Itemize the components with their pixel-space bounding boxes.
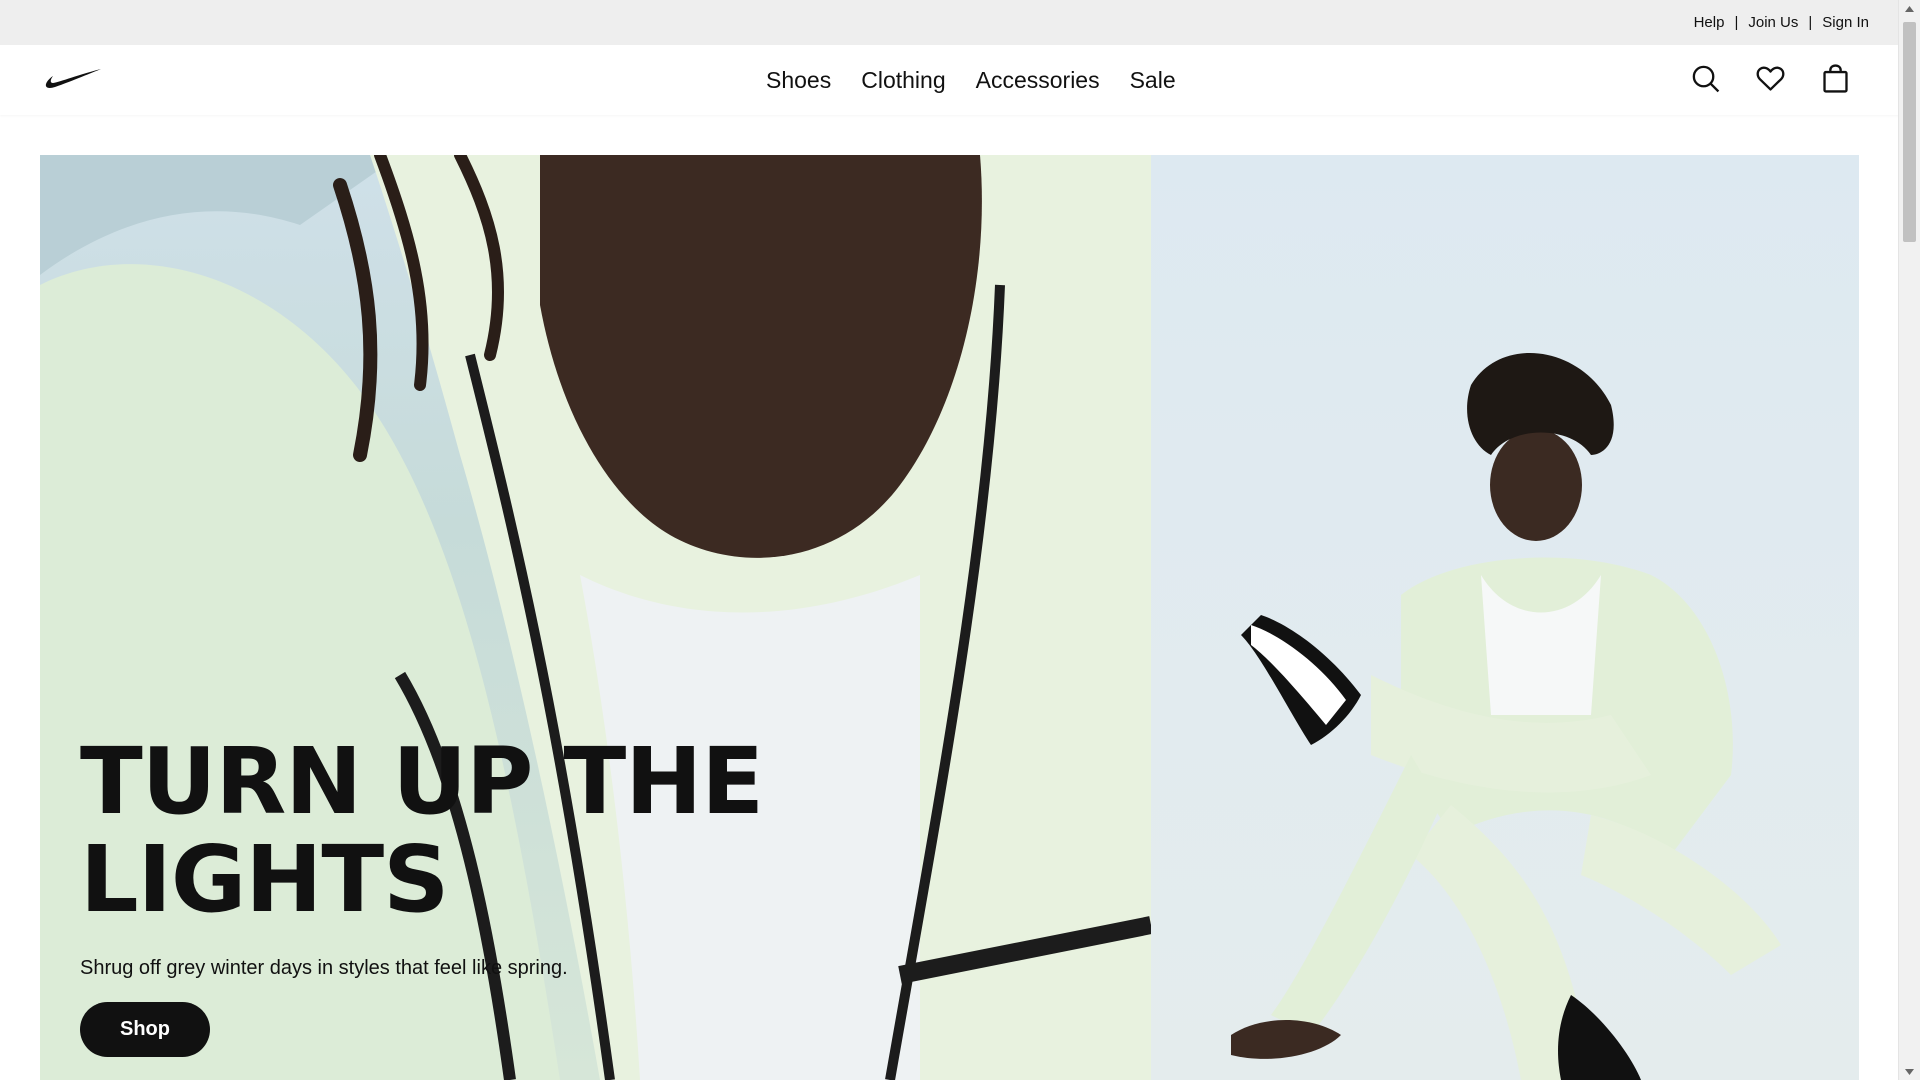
bag-icon[interactable] — [1820, 63, 1851, 94]
search-icon[interactable] — [1690, 63, 1721, 94]
nav-link-shoes[interactable]: Shoes — [766, 67, 831, 94]
swoosh-icon[interactable] — [44, 67, 102, 91]
hero-headline: TURN UP THE LIGHTS — [80, 728, 764, 933]
help-link[interactable]: Help — [1694, 14, 1725, 31]
heart-icon[interactable] — [1755, 63, 1786, 94]
nav-link-accessories[interactable]: Accessories — [976, 67, 1100, 94]
hero-image-left: TURN UP THE LIGHTS Shrug off grey winter… — [40, 155, 1151, 1080]
main-navigation: Shoes Clothing Accessories Sale — [0, 45, 1899, 115]
scroll-down-arrow-icon[interactable] — [1899, 1063, 1920, 1080]
sign-in-link[interactable]: Sign In — [1822, 14, 1869, 31]
separator: | — [1808, 14, 1813, 31]
shop-button[interactable]: Shop — [80, 1002, 210, 1057]
scrollbar-thumb[interactable] — [1903, 22, 1916, 242]
nav-icons — [1690, 63, 1851, 94]
page-scrollbar[interactable] — [1898, 0, 1920, 1080]
join-us-link[interactable]: Join Us — [1748, 14, 1798, 31]
nav-link-clothing[interactable]: Clothing — [861, 67, 945, 94]
hero-banner: TURN UP THE LIGHTS Shrug off grey winter… — [40, 155, 1859, 1080]
nav-link-sale[interactable]: Sale — [1130, 67, 1176, 94]
utility-bar: Help | Join Us | Sign In — [0, 0, 1899, 45]
hero-photo-seated-model — [1231, 352, 1781, 1080]
hero-image-right — [1151, 155, 1859, 1080]
hero-subtext: Shrug off grey winter days in styles tha… — [80, 957, 568, 979]
scroll-up-arrow-icon[interactable] — [1899, 0, 1920, 17]
hero-copy: TURN UP THE LIGHTS Shrug off grey winter… — [80, 733, 980, 1057]
separator: | — [1734, 14, 1739, 31]
primary-nav-links: Shoes Clothing Accessories Sale — [766, 45, 1176, 115]
utility-links: Help | Join Us | Sign In — [1694, 0, 1869, 45]
